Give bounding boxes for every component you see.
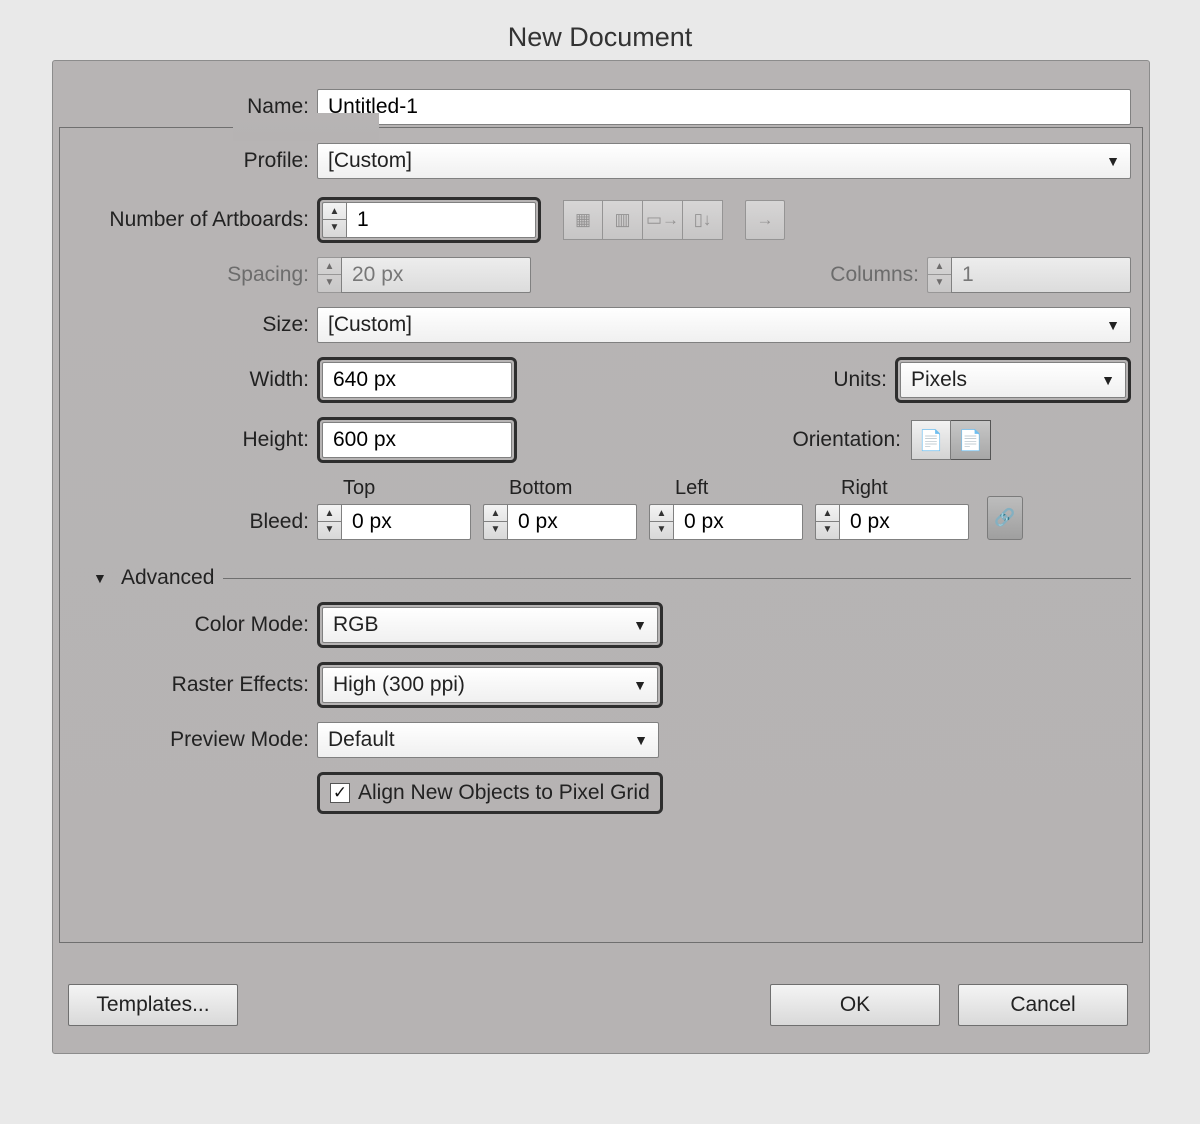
color-mode-highlight: RGB ▼ (317, 602, 663, 648)
align-checkbox[interactable]: ✓ (330, 783, 350, 803)
landscape-icon: 📄 (958, 428, 983, 453)
stepper-up-icon: ▲ (928, 259, 951, 275)
artboards-highlight: ▲ ▼ (317, 197, 541, 243)
width-input[interactable] (322, 362, 512, 398)
stepper-down-icon[interactable]: ▼ (323, 220, 346, 236)
size-select[interactable]: [Custom] ▼ (317, 307, 1131, 343)
stepper-up-icon[interactable]: ▲ (323, 204, 346, 220)
columns-stepper: ▲ ▼ (927, 257, 951, 293)
artboards-label: Number of Artboards: (71, 208, 317, 232)
bleed-bottom-label: Bottom (483, 477, 643, 500)
chevron-down-icon: ▼ (1106, 153, 1120, 169)
dialog-title: New Document (0, 0, 1200, 63)
raster-value: High (300 ppi) (333, 673, 465, 697)
spacing-input: 20 px (341, 257, 531, 293)
columns-label: Columns: (531, 263, 927, 287)
arrange-row-icon: ▭→ (643, 200, 683, 240)
align-highlight: ✓ Align New Objects to Pixel Grid (317, 772, 663, 814)
preview-select[interactable]: Default ▼ (317, 722, 659, 758)
size-value: [Custom] (328, 313, 412, 337)
name-input[interactable] (317, 89, 1131, 125)
checkmark-icon: ✓ (333, 783, 347, 803)
bleed-right-input[interactable] (839, 504, 969, 540)
portrait-icon: 📄 (919, 428, 944, 453)
arrange-group: ▦ ▥ ▭→ ▯↓ (563, 200, 723, 240)
arrange-col-icon: ▯↓ (683, 200, 723, 240)
bleed-top-stepper[interactable]: ▲▼ (317, 504, 341, 540)
templates-button[interactable]: Templates... (68, 984, 238, 1026)
advanced-label: Advanced (115, 566, 220, 590)
raster-highlight: High (300 ppi) ▼ (317, 662, 663, 708)
bleed-top-label: Top (317, 477, 477, 500)
orientation-portrait-button[interactable]: 📄 (911, 420, 951, 460)
stepper-up-icon: ▲ (318, 259, 341, 275)
bleed-bottom-input[interactable] (507, 504, 637, 540)
bleed-left-label: Left (649, 477, 809, 500)
units-value: Pixels (911, 368, 967, 392)
dialog-window: New Document Name: Profile: [Custom] ▼ N… (0, 0, 1200, 1124)
bleed-right-stepper[interactable]: ▲▼ (815, 504, 839, 540)
orientation-label: Orientation: (517, 428, 911, 452)
preview-value: Default (328, 728, 395, 752)
spacing-stepper: ▲ ▼ (317, 257, 341, 293)
button-bar: Templates... OK Cancel (68, 984, 1128, 1026)
profile-label: Profile: (71, 149, 317, 173)
chevron-down-icon: ▼ (1106, 317, 1120, 333)
raster-label: Raster Effects: (71, 673, 317, 697)
units-label: Units: (517, 368, 895, 392)
link-icon: 🔗 (994, 508, 1015, 528)
chevron-down-icon: ▼ (633, 617, 647, 633)
color-mode-select[interactable]: RGB ▼ (322, 607, 658, 643)
width-label: Width: (71, 368, 317, 392)
bleed-left-input[interactable] (673, 504, 803, 540)
artboards-stepper[interactable]: ▲ ▼ (322, 202, 346, 238)
width-highlight (317, 357, 517, 403)
arrange-rtl-icon: → (745, 200, 785, 240)
bleed-left-stepper[interactable]: ▲▼ (649, 504, 673, 540)
color-mode-label: Color Mode: (71, 613, 317, 637)
height-input[interactable] (322, 422, 512, 458)
profile-select[interactable]: [Custom] ▼ (317, 143, 1131, 179)
height-label: Height: (71, 428, 317, 452)
align-label: Align New Objects to Pixel Grid (358, 781, 650, 805)
raster-select[interactable]: High (300 ppi) ▼ (322, 667, 658, 703)
units-select[interactable]: Pixels ▼ (900, 362, 1126, 398)
bleed-label: Bleed: (71, 510, 317, 540)
height-highlight (317, 417, 517, 463)
color-mode-value: RGB (333, 613, 379, 637)
arrange-grid-row-icon: ▦ (563, 200, 603, 240)
orientation-group: 📄 📄 (911, 420, 991, 460)
bleed-bottom-stepper[interactable]: ▲▼ (483, 504, 507, 540)
advanced-toggle[interactable]: ▼ Advanced (93, 566, 1131, 590)
cancel-button[interactable]: Cancel (958, 984, 1128, 1026)
units-highlight: Pixels ▼ (895, 357, 1131, 403)
artboards-input[interactable] (346, 202, 536, 238)
bleed-link-button[interactable]: 🔗 (987, 496, 1023, 540)
dialog-body: Name: Profile: [Custom] ▼ Number of Artb… (52, 60, 1150, 1054)
spacing-label: Spacing: (71, 263, 317, 287)
chevron-down-icon: ▼ (1101, 372, 1115, 388)
disclosure-down-icon: ▼ (93, 570, 107, 586)
stepper-down-icon: ▼ (318, 275, 341, 291)
ok-button[interactable]: OK (770, 984, 940, 1026)
stepper-down-icon: ▼ (928, 275, 951, 291)
chevron-down-icon: ▼ (633, 677, 647, 693)
columns-input: 1 (951, 257, 1131, 293)
bleed-top-input[interactable] (341, 504, 471, 540)
preview-label: Preview Mode: (71, 728, 317, 752)
bleed-right-label: Right (815, 477, 975, 500)
arrange-grid-col-icon: ▥ (603, 200, 643, 240)
chevron-down-icon: ▼ (634, 732, 648, 748)
profile-value: [Custom] (328, 149, 412, 173)
size-label: Size: (71, 313, 317, 337)
orientation-landscape-button[interactable]: 📄 (951, 420, 991, 460)
